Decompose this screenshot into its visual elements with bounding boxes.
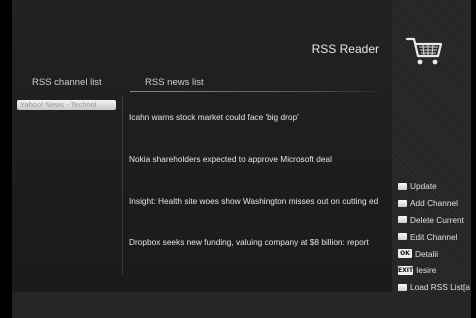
channel-list-header: RSS channel list xyxy=(32,77,102,88)
add-channel-label: Add Channel xyxy=(410,198,458,209)
delete-current-action[interactable]: Delete Current xyxy=(398,212,470,229)
news-item[interactable]: Icahn warns stock market could face 'big… xyxy=(129,112,391,122)
news-item[interactable]: Insight: Health site woes show Washingto… xyxy=(129,196,391,206)
white-button-icon xyxy=(398,216,407,224)
load-rss-list-action[interactable]: Load RSS List[a xyxy=(398,279,470,296)
exit-key-icon: EXIT xyxy=(398,265,414,275)
white-button-icon xyxy=(398,199,407,207)
channel-item-selected[interactable]: Yahoo! News - Technol xyxy=(17,100,116,110)
details-action[interactable]: OK Detalii xyxy=(398,245,470,262)
edit-channel-action[interactable]: Edit Channel xyxy=(398,228,470,245)
details-label: Detalii xyxy=(415,248,439,259)
edit-channel-label: Edit Channel xyxy=(410,231,458,242)
news-item[interactable]: Dropbox seeks new funding, valuing compa… xyxy=(129,237,391,247)
white-button-icon xyxy=(398,233,407,241)
shopping-cart-icon xyxy=(405,37,443,65)
exit-action[interactable]: EXIT Iesire xyxy=(398,262,470,279)
white-button-icon xyxy=(398,283,407,291)
action-list: Update Add Channel Delete Current Edit C… xyxy=(398,178,470,296)
exit-label: Iesire xyxy=(416,265,437,276)
update-action[interactable]: Update xyxy=(398,178,470,195)
news-item[interactable]: Nokia shareholders expected to approve M… xyxy=(129,154,391,164)
load-rss-list-label: Load RSS List[a xyxy=(410,282,470,293)
add-channel-action[interactable]: Add Channel xyxy=(398,195,470,212)
news-header-underline xyxy=(130,91,390,92)
ok-key-icon: OK xyxy=(398,249,412,259)
screen: RSS Reader RSS channel list RSS news lis… xyxy=(12,0,471,318)
news-list-header: RSS news list xyxy=(145,77,204,88)
delete-current-label: Delete Current xyxy=(410,214,464,225)
app-title: RSS Reader xyxy=(311,42,379,56)
footer-bar xyxy=(12,292,471,318)
white-button-icon xyxy=(398,182,407,190)
update-label: Update xyxy=(410,181,437,192)
column-divider xyxy=(122,96,123,274)
